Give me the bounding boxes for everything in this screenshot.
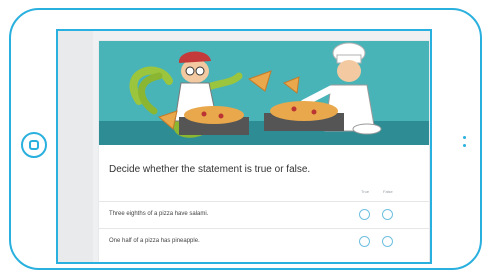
row-label: Three eighths of a pizza have salami. xyxy=(109,211,209,217)
radio-false[interactable] xyxy=(382,236,393,247)
column-header-false: False xyxy=(383,189,393,194)
radio-true[interactable] xyxy=(359,236,370,247)
tablet-screen: Decide whether the statement is true or … xyxy=(56,29,432,264)
grid-row: Three eighths of a pizza have salami. xyxy=(99,201,429,228)
home-icon xyxy=(29,140,39,150)
question-title: Decide whether the statement is true or … xyxy=(109,164,311,175)
row-label: One half of a pizza has pineapple. xyxy=(109,238,200,244)
form-card: Decide whether the statement is true or … xyxy=(99,41,429,262)
grid-row: One half of a pizza has pineapple. xyxy=(99,228,429,255)
radio-true[interactable] xyxy=(359,209,370,220)
column-header-true: True xyxy=(361,189,370,194)
page-margin xyxy=(58,31,93,262)
radio-false[interactable] xyxy=(382,209,393,220)
camera-dots-icon xyxy=(463,134,467,156)
home-button[interactable] xyxy=(21,132,47,158)
pizza-chefs-illustration xyxy=(99,41,429,145)
